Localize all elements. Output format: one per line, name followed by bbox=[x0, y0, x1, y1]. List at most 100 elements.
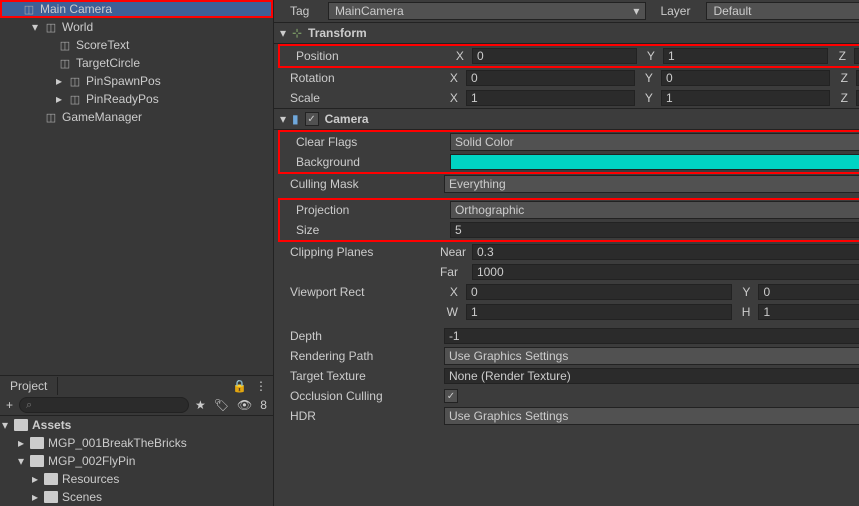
occlusion-checkbox[interactable]: ✓ bbox=[444, 389, 458, 403]
transform-header[interactable]: ▾ ⊹ Transform ? ⚙ ⋮ bbox=[274, 22, 859, 44]
layer-dropdown[interactable]: Default ▾ bbox=[706, 2, 859, 20]
project-tab[interactable]: Project bbox=[0, 377, 58, 395]
project-tree: ▾ Assets ▸ MGP_001BreakTheBricks ▾ MGP_0… bbox=[0, 416, 273, 506]
viewport-h-input[interactable] bbox=[758, 304, 859, 320]
hierarchy-item-label: GameManager bbox=[62, 110, 142, 124]
foldout-icon[interactable]: ▸ bbox=[30, 474, 40, 484]
prop-label: Depth bbox=[290, 329, 440, 343]
cullingmask-dropdown[interactable]: Everything ▾ bbox=[444, 175, 859, 193]
camera-header[interactable]: ▾ ▮ ✓ Camera ? ⚙ ⋮ bbox=[274, 108, 859, 130]
foldout-icon[interactable]: ▸ bbox=[16, 438, 26, 448]
foldout-icon[interactable]: ▾ bbox=[30, 22, 40, 32]
near-input[interactable] bbox=[472, 244, 859, 260]
inspector-panel: Tag MainCamera ▾ Layer Default ▾ ▾ ⊹ Tra… bbox=[273, 0, 859, 506]
axis-label-h: H bbox=[736, 305, 754, 319]
folder-icon bbox=[44, 491, 58, 503]
scale-x-input[interactable] bbox=[466, 90, 635, 106]
foldout-icon[interactable]: ▾ bbox=[16, 456, 26, 466]
foldout-icon[interactable]: ▸ bbox=[54, 94, 64, 104]
lock-icon[interactable]: 🔒 bbox=[232, 379, 247, 393]
foldout-icon[interactable]: ▸ bbox=[54, 76, 64, 86]
clearflags-bg-highlight: Clear Flags Solid Color ▾ Background ✎ bbox=[278, 130, 859, 174]
gameobject-icon: ◫ bbox=[58, 38, 72, 52]
foldout-icon[interactable]: ▾ bbox=[280, 112, 286, 126]
label-icon[interactable]: 🏷 bbox=[214, 398, 229, 412]
prop-label: Rendering Path bbox=[290, 349, 440, 363]
size-input[interactable] bbox=[450, 222, 859, 238]
prop-label: Position bbox=[296, 49, 446, 63]
viewport-w-input[interactable] bbox=[466, 304, 733, 320]
gameobject-icon: ◫ bbox=[44, 110, 58, 124]
foldout-icon[interactable]: ▸ bbox=[30, 492, 40, 502]
hierarchy-pinspawn[interactable]: ▸ ◫ PinSpawnPos bbox=[0, 72, 273, 90]
folder-icon bbox=[30, 455, 44, 467]
hierarchy-gamemanager[interactable]: ◫ GameManager bbox=[0, 108, 273, 126]
targettexture-row: Target Texture None (Render Texture) ⊙ bbox=[274, 366, 859, 386]
project-search-input[interactable] bbox=[19, 397, 189, 413]
position-x-input[interactable] bbox=[472, 48, 637, 64]
scale-y-input[interactable] bbox=[661, 90, 830, 106]
project-mgp1[interactable]: ▸ MGP_001BreakTheBricks bbox=[0, 434, 273, 452]
axis-label-z: Z bbox=[834, 91, 852, 105]
hdr-dropdown[interactable]: Use Graphics Settings ▾ bbox=[444, 407, 859, 425]
project-scenes[interactable]: ▸ Scenes bbox=[0, 488, 273, 506]
viewport-x-input[interactable] bbox=[466, 284, 733, 300]
occlusion-row: Occlusion Culling ✓ bbox=[274, 386, 859, 406]
hierarchy-pinready[interactable]: ▸ ◫ PinReadyPos bbox=[0, 90, 273, 108]
object-field-value: None (Render Texture) bbox=[449, 369, 571, 383]
renderingpath-dropdown[interactable]: Use Graphics Settings ▾ bbox=[444, 347, 859, 365]
near-label: Near bbox=[440, 245, 472, 259]
projection-size-highlight: Projection Orthographic ▾ Size bbox=[278, 198, 859, 242]
camera-icon: ▮ bbox=[292, 112, 299, 126]
folder-icon bbox=[30, 437, 44, 449]
clipping-near-row: Clipping Planes Near bbox=[274, 242, 859, 262]
camera-enable-checkbox[interactable]: ✓ bbox=[305, 112, 319, 126]
axis-label-x: X bbox=[444, 91, 462, 105]
position-z-input[interactable] bbox=[854, 48, 859, 64]
menu-icon[interactable]: ⋮ bbox=[255, 379, 267, 393]
hierarchy-main-camera[interactable]: ◫ Main Camera bbox=[0, 0, 273, 18]
layer-value: Default bbox=[713, 4, 751, 18]
projection-dropdown[interactable]: Orthographic ▾ bbox=[450, 201, 859, 219]
hierarchy-scoretext[interactable]: ◫ ScoreText bbox=[0, 36, 273, 54]
foldout-icon[interactable]: ▾ bbox=[0, 420, 10, 430]
depth-input[interactable] bbox=[444, 328, 859, 344]
rotation-y-input[interactable] bbox=[661, 70, 830, 86]
transform-icon: ⊹ bbox=[292, 26, 302, 40]
dropdown-value: Orthographic bbox=[455, 203, 524, 217]
rotation-x-input[interactable] bbox=[466, 70, 635, 86]
project-resources[interactable]: ▸ Resources bbox=[0, 470, 273, 488]
axis-label-x: X bbox=[444, 71, 462, 85]
prop-label: Background bbox=[296, 155, 446, 169]
prop-label: Scale bbox=[290, 91, 440, 105]
project-item-label: Assets bbox=[32, 418, 71, 432]
far-input[interactable] bbox=[472, 264, 859, 280]
project-assets[interactable]: ▾ Assets bbox=[0, 416, 273, 434]
tag-value: MainCamera bbox=[335, 4, 404, 18]
prop-label: Culling Mask bbox=[290, 177, 440, 191]
axis-label-y: Y bbox=[641, 49, 659, 63]
prop-label: Occlusion Culling bbox=[290, 389, 440, 403]
position-y-input[interactable] bbox=[663, 48, 828, 64]
viewport-y-input[interactable] bbox=[758, 284, 859, 300]
foldout-icon[interactable]: ▾ bbox=[280, 26, 286, 40]
prop-label: Clear Flags bbox=[296, 135, 446, 149]
hierarchy-world[interactable]: ▾ ◫ World bbox=[0, 18, 273, 36]
tag-dropdown[interactable]: MainCamera ▾ bbox=[328, 2, 647, 20]
background-color-field[interactable] bbox=[450, 154, 859, 170]
project-mgp2[interactable]: ▾ MGP_002FlyPin bbox=[0, 452, 273, 470]
cullingmask-row: Culling Mask Everything ▾ bbox=[274, 174, 859, 194]
hidden-icon[interactable]: 👁 bbox=[237, 398, 252, 412]
prop-label: Rotation bbox=[290, 71, 440, 85]
favorite-icon[interactable]: ★ bbox=[195, 398, 206, 412]
project-header: Project 🔒 ⋮ bbox=[0, 375, 273, 395]
clearflags-row: Clear Flags Solid Color ▾ bbox=[280, 132, 859, 152]
prop-label: Clipping Planes bbox=[290, 245, 440, 259]
clearflags-dropdown[interactable]: Solid Color ▾ bbox=[450, 133, 859, 151]
add-icon[interactable]: + bbox=[6, 398, 13, 412]
far-label: Far bbox=[440, 265, 472, 279]
hierarchy-targetcircle[interactable]: ◫ TargetCircle bbox=[0, 54, 273, 72]
axis-label-x: X bbox=[444, 285, 462, 299]
gameobject-icon: ◫ bbox=[68, 74, 82, 88]
targettexture-field[interactable]: None (Render Texture) ⊙ bbox=[444, 368, 859, 384]
